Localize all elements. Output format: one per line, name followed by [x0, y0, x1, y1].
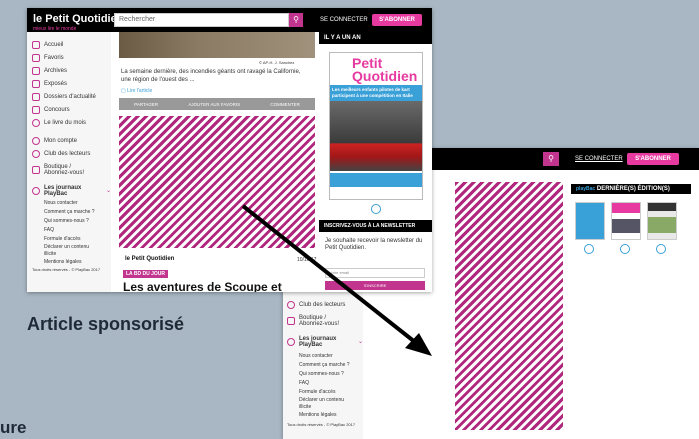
sponsored-label: Article sponsorisé	[27, 314, 185, 334]
cut-label: ure	[0, 418, 27, 437]
arrow	[241, 204, 432, 356]
